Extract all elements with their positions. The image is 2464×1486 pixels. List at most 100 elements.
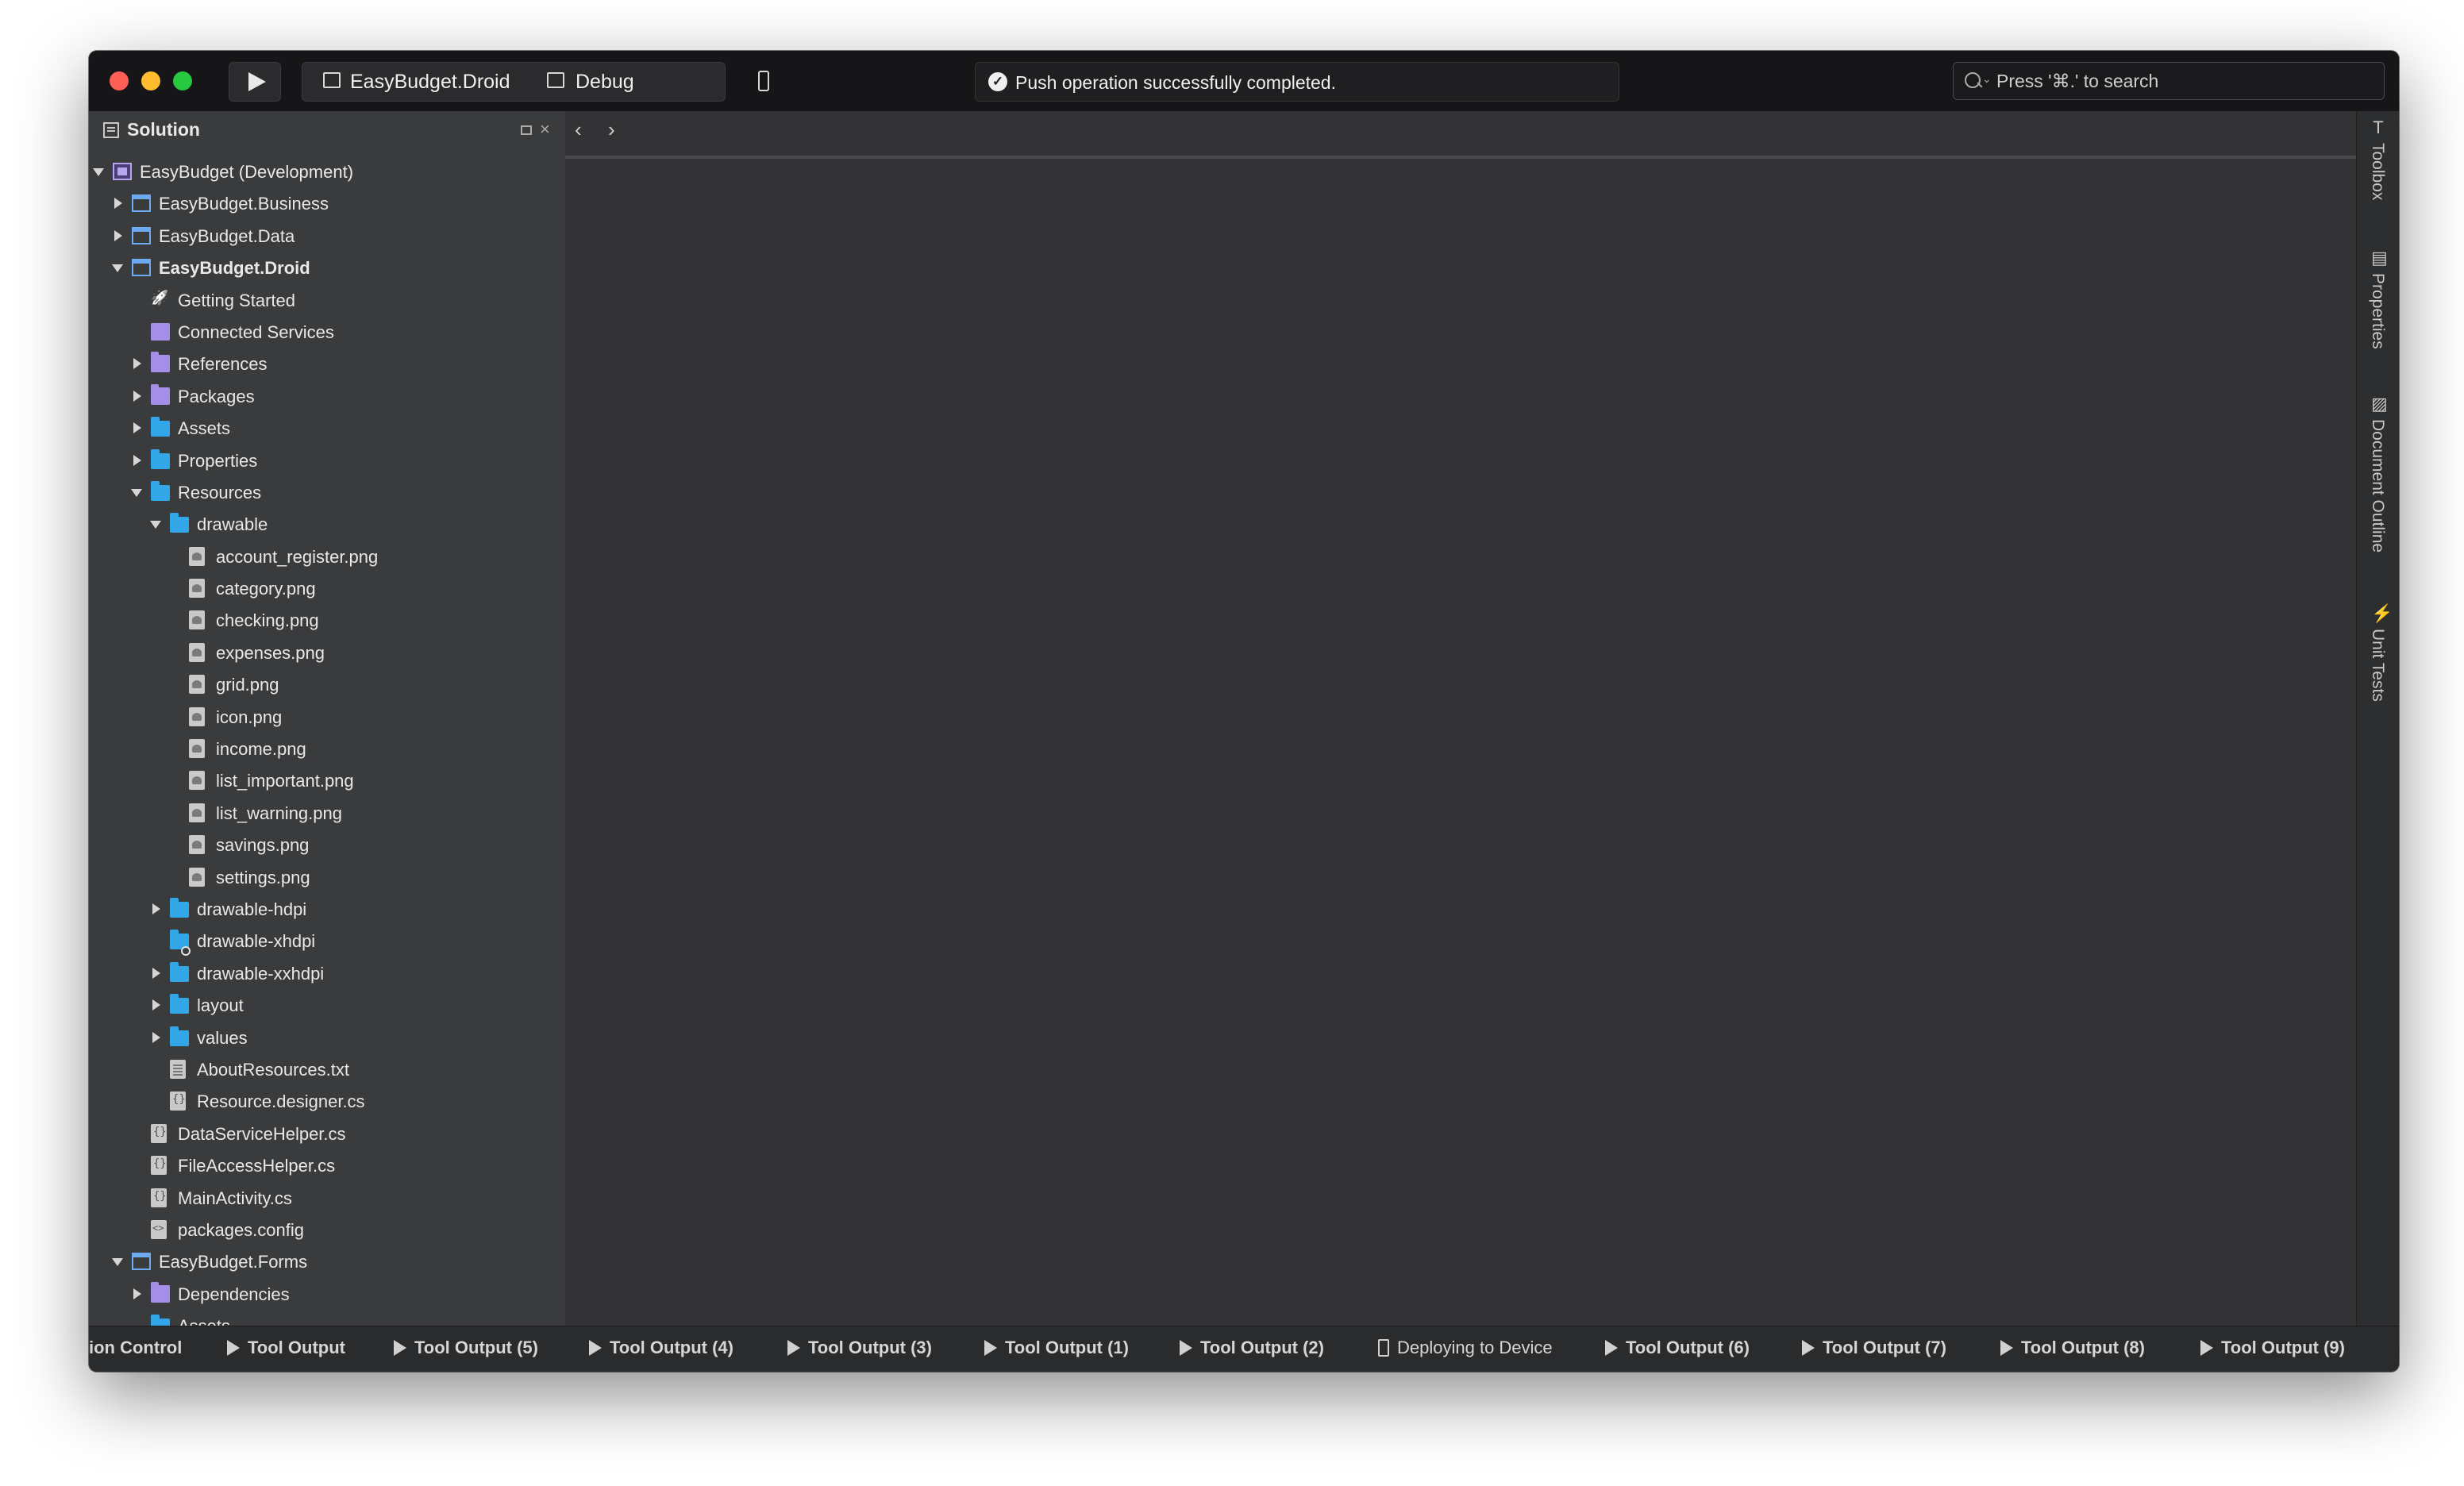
- tree-item[interactable]: drawable: [89, 508, 565, 540]
- search-input[interactable]: [1995, 66, 2371, 96]
- tree-item[interactable]: AboutResources.txt: [89, 1053, 565, 1085]
- image-file-icon: [189, 579, 205, 599]
- tree-item[interactable]: category.png: [89, 572, 565, 604]
- tree-item[interactable]: DataServiceHelper.cs: [89, 1118, 565, 1149]
- bottom-pad-tab[interactable]: Tool Output (3): [787, 1338, 932, 1361]
- tree-item[interactable]: Packages: [89, 380, 565, 412]
- maximize-window-button[interactable]: [173, 71, 192, 90]
- tree-item[interactable]: Resource.designer.cs: [89, 1085, 565, 1117]
- build-window-icon: [547, 72, 564, 88]
- bottom-pad-tab[interactable]: ion Control: [89, 1338, 182, 1361]
- expand-down-icon[interactable]: [131, 488, 142, 497]
- tree-item[interactable]: list_important.png: [89, 764, 565, 796]
- tree-item[interactable]: EasyBudget.Droid: [89, 252, 565, 283]
- expand-right-icon[interactable]: [133, 358, 141, 370]
- tree-item-label: EasyBudget.Business: [159, 194, 329, 214]
- tree-item[interactable]: account_register.png: [89, 541, 565, 572]
- tree-item[interactable]: settings.png: [89, 861, 565, 893]
- tree-item-label: Getting Started: [178, 290, 295, 310]
- search-box[interactable]: ⌄: [1953, 62, 2385, 100]
- tree-item[interactable]: checking.png: [89, 604, 565, 636]
- tree-item[interactable]: EasyBudget (Development): [89, 156, 565, 187]
- project-config-selector[interactable]: EasyBudget.Droid: [350, 71, 510, 94]
- tree-item[interactable]: drawable-xxhdpi: [89, 957, 565, 989]
- minimize-window-button[interactable]: [141, 71, 160, 90]
- tree-item-label: Resources: [178, 482, 262, 502]
- search-icon[interactable]: ⌄: [1965, 71, 1992, 91]
- bottom-pad-tab[interactable]: Tool Output (6): [1605, 1338, 1750, 1361]
- solution-pane-header: Solution ×: [89, 111, 565, 148]
- tree-item[interactable]: Dependencies: [89, 1278, 565, 1310]
- bottom-pad-tab[interactable]: Tool Output (9): [2200, 1338, 2345, 1361]
- device-selector-icon[interactable]: [758, 71, 769, 91]
- tree-item[interactable]: Assets: [89, 412, 565, 444]
- expand-right-icon[interactable]: [133, 1288, 141, 1299]
- tree-item[interactable]: EasyBudget.Data: [89, 220, 565, 252]
- tree-item[interactable]: grid.png: [89, 668, 565, 700]
- tree-item[interactable]: References: [89, 348, 565, 379]
- tree-item[interactable]: icon.png: [89, 701, 565, 733]
- project-icon: [132, 1253, 151, 1271]
- tree-item[interactable]: drawable-xhdpi: [89, 925, 565, 957]
- tree-item-label: values: [197, 1027, 248, 1048]
- dock-icon[interactable]: [521, 125, 532, 135]
- tree-item-label: savings.png: [216, 835, 310, 856]
- code-file-icon: [151, 1123, 167, 1143]
- tree-item[interactable]: savings.png: [89, 829, 565, 860]
- tree-item[interactable]: Assets: [89, 1310, 565, 1326]
- tree-item[interactable]: Connected Services: [89, 316, 565, 348]
- tree-item[interactable]: Resources: [89, 476, 565, 508]
- play-icon: [2200, 1340, 2213, 1356]
- close-icon[interactable]: ×: [540, 119, 550, 140]
- navigate-forward-icon[interactable]: ›: [608, 117, 615, 142]
- expand-right-icon[interactable]: [152, 1031, 160, 1043]
- bottom-pad-tab[interactable]: Tool Output (2): [1180, 1338, 1324, 1361]
- run-button[interactable]: [229, 62, 281, 102]
- expand-right-icon[interactable]: [152, 967, 160, 979]
- bottom-pad-tab[interactable]: Deploying to Device: [1378, 1338, 1553, 1361]
- bottom-pad-tab[interactable]: Tool Output (1): [984, 1338, 1129, 1361]
- expand-right-icon[interactable]: [114, 229, 122, 241]
- tree-item[interactable]: MainActivity.cs: [89, 1182, 565, 1214]
- expand-right-icon[interactable]: [152, 903, 160, 914]
- tree-item[interactable]: Getting Started: [89, 284, 565, 316]
- expand-right-icon[interactable]: [114, 198, 122, 210]
- expand-down-icon[interactable]: [150, 521, 161, 529]
- tree-item-label: DataServiceHelper.cs: [178, 1123, 346, 1144]
- expand-right-icon[interactable]: [152, 999, 160, 1011]
- properties-icon: ▤: [2371, 248, 2388, 268]
- tree-item[interactable]: Properties: [89, 445, 565, 476]
- tree-item[interactable]: income.png: [89, 733, 565, 764]
- tree-item[interactable]: layout: [89, 989, 565, 1021]
- build-config-selector[interactable]: Debug: [576, 71, 634, 94]
- expand-down-icon[interactable]: [112, 264, 123, 273]
- tree-item[interactable]: values: [89, 1022, 565, 1053]
- expand-down-icon[interactable]: [112, 1258, 123, 1267]
- text-file-icon: [170, 1059, 186, 1079]
- tree-item[interactable]: list_warning.png: [89, 797, 565, 829]
- toolbox-icon: T: [2373, 117, 2384, 137]
- bottom-pad-tab[interactable]: Tool Output (5): [394, 1338, 538, 1361]
- tree-item[interactable]: FileAccessHelper.cs: [89, 1149, 565, 1181]
- play-icon: [984, 1340, 997, 1356]
- bottom-pad-tab[interactable]: Tool Output: [227, 1338, 345, 1361]
- bottom-pad-tab[interactable]: Tool Output (4): [589, 1338, 733, 1361]
- tree-item-label: Dependencies: [178, 1284, 290, 1304]
- bottom-pad-tab[interactable]: Tool Output (7): [1802, 1338, 1946, 1361]
- expand-right-icon[interactable]: [133, 454, 141, 466]
- tree-item[interactable]: EasyBudget.Business: [89, 187, 565, 219]
- tree-item[interactable]: expenses.png: [89, 637, 565, 668]
- expand-down-icon[interactable]: [93, 168, 104, 176]
- device-icon: [1378, 1339, 1389, 1357]
- close-window-button[interactable]: [110, 71, 129, 90]
- tree-item[interactable]: packages.config: [89, 1214, 565, 1245]
- document-outline-icon: ▨: [2371, 394, 2388, 414]
- tree-item[interactable]: drawable-hdpi: [89, 893, 565, 925]
- tree-item-label: Connected Services: [178, 321, 334, 342]
- expand-right-icon[interactable]: [133, 390, 141, 402]
- navigate-back-icon[interactable]: ‹: [575, 117, 582, 142]
- expand-right-icon[interactable]: [133, 422, 141, 434]
- status-bar: ✓ Push operation successfully completed.: [975, 62, 1619, 102]
- bottom-pad-tab[interactable]: Tool Output (8): [2000, 1338, 2145, 1361]
- tree-item[interactable]: EasyBudget.Forms: [89, 1245, 565, 1277]
